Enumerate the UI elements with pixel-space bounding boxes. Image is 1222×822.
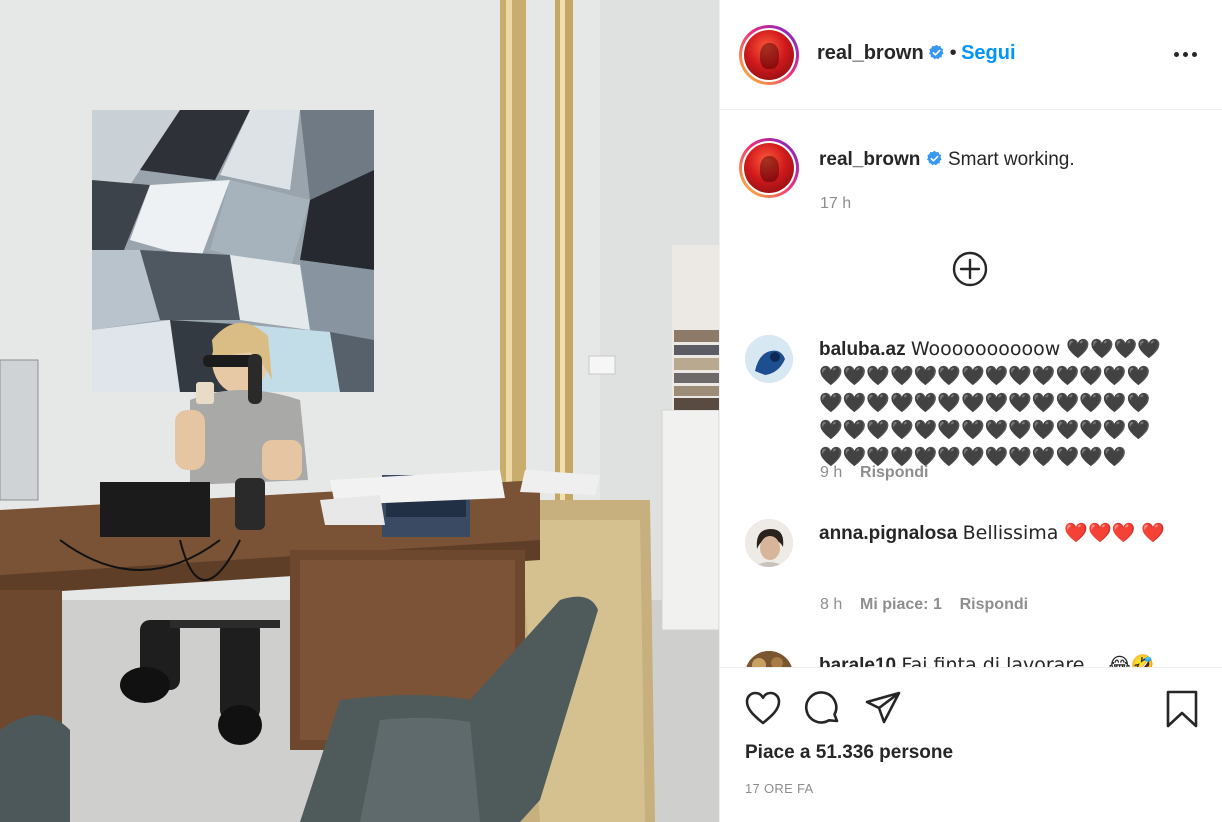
post-photo-illustration bbox=[0, 0, 719, 822]
author-avatar[interactable] bbox=[739, 25, 799, 85]
verified-badge-icon bbox=[926, 150, 942, 166]
ellipsis-icon[interactable] bbox=[1171, 44, 1201, 64]
caption-username[interactable]: real_brown bbox=[819, 149, 920, 170]
verified-badge-icon bbox=[929, 44, 944, 60]
comment-likes-button[interactable]: Mi piace: 1 bbox=[860, 596, 942, 613]
comment-username[interactable]: anna.pignalosa bbox=[819, 523, 957, 544]
commenter-avatar-image bbox=[745, 335, 793, 383]
paper-plane-icon[interactable] bbox=[864, 690, 902, 726]
reply-button[interactable]: Rispondi bbox=[860, 464, 928, 481]
post-actions-section: Piace a 51.336 persone 17 ORE FA bbox=[720, 667, 1222, 822]
comments-list[interactable]: real_brown Smart working. 17 h baluba.az… bbox=[720, 111, 1222, 667]
header-separator: • bbox=[949, 42, 957, 64]
comment-text: Bellissima ❤️❤️❤️ ❤️ bbox=[962, 522, 1166, 544]
commenter-avatar-image bbox=[745, 651, 793, 667]
header-user-line: real_brown • Segui bbox=[817, 42, 1016, 65]
comment-time: 8 h bbox=[820, 596, 843, 613]
post-timestamp[interactable]: 17 ORE FA bbox=[745, 781, 813, 796]
speech-bubble-icon[interactable] bbox=[804, 690, 842, 726]
plus-circle-icon[interactable] bbox=[952, 251, 988, 287]
commenter-avatar-image bbox=[745, 519, 793, 567]
heart-outline-icon[interactable] bbox=[744, 690, 782, 726]
author-username[interactable]: real_brown bbox=[817, 42, 924, 64]
comment-username[interactable]: baluba.az bbox=[819, 339, 906, 360]
comment-text: Fai finta di lavorare... 😂🤣 bbox=[901, 654, 1155, 667]
comment-body: anna.pignalosa Bellissima ❤️❤️❤️ ❤️ bbox=[819, 520, 1169, 547]
commenter-avatar[interactable] bbox=[745, 651, 793, 667]
commenter-avatar[interactable] bbox=[745, 335, 793, 383]
comment-username[interactable]: barale10 bbox=[819, 655, 896, 667]
likes-count[interactable]: Piace a 51.336 persone bbox=[745, 742, 953, 764]
caption-text: Smart working. bbox=[947, 149, 1075, 170]
comment-time: 9 h bbox=[820, 464, 843, 481]
comment-body: baluba.az Woooooooooow 🖤🖤🖤🖤🖤🖤🖤🖤🖤🖤🖤🖤🖤🖤🖤🖤🖤… bbox=[819, 336, 1169, 471]
post-header: real_brown • Segui bbox=[720, 0, 1222, 110]
follow-button[interactable]: Segui bbox=[961, 42, 1015, 64]
caption-text-line: real_brown Smart working. bbox=[819, 146, 1075, 173]
comment-meta: 9 h Rispondi bbox=[820, 464, 928, 482]
caption-avatar[interactable] bbox=[739, 138, 799, 198]
bookmark-icon[interactable] bbox=[1164, 689, 1200, 729]
reply-button[interactable]: Rispondi bbox=[960, 596, 1028, 613]
caption-time: 17 h bbox=[820, 195, 852, 212]
commenter-avatar[interactable] bbox=[745, 519, 793, 567]
post-photo[interactable] bbox=[0, 0, 719, 822]
comment-body: barale10 Fai finta di lavorare... 😂🤣 bbox=[819, 652, 1199, 667]
post-side-panel: real_brown • Segui real_brown Smart work… bbox=[719, 0, 1222, 822]
comment-meta: 8 h Mi piace: 1 Rispondi bbox=[820, 596, 1028, 614]
